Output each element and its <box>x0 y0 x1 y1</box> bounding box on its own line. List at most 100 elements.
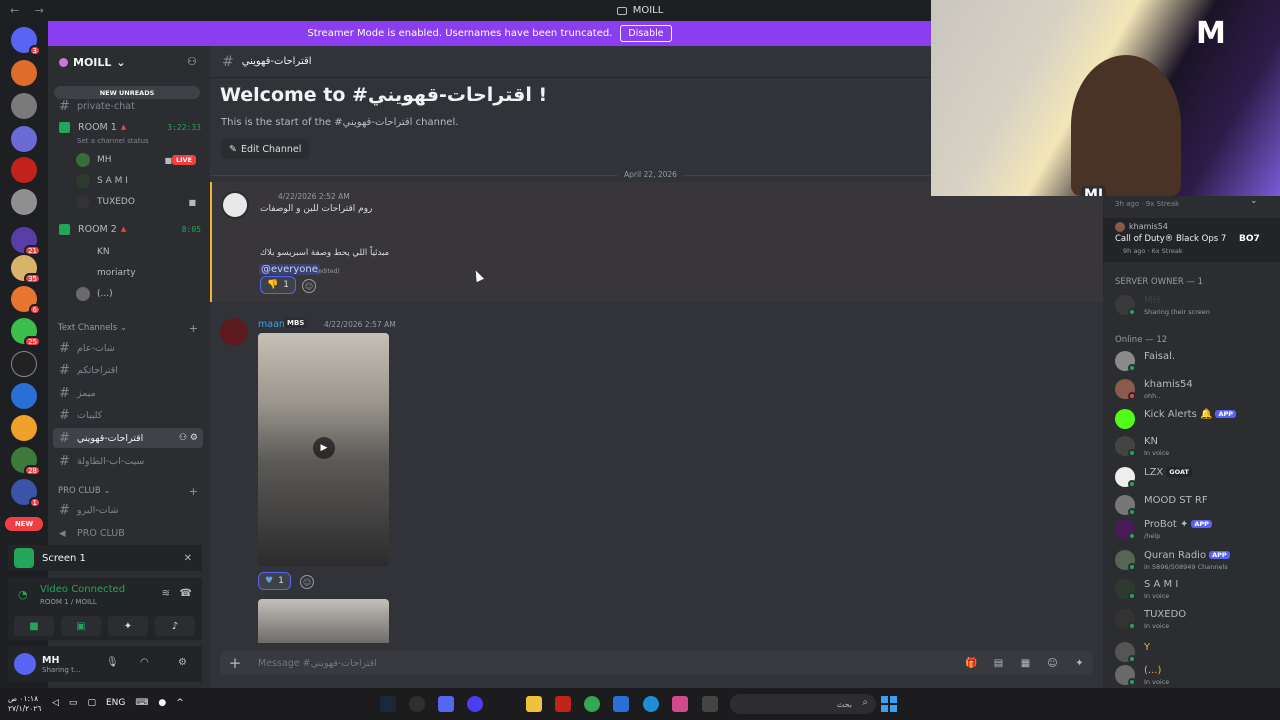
activities-button[interactable]: ✦ <box>108 616 148 636</box>
plus-icon[interactable]: + <box>220 654 250 672</box>
server-icon[interactable] <box>11 126 37 152</box>
app-icon[interactable] <box>672 696 688 712</box>
channel-private-chat[interactable]: # private-chat <box>53 96 203 116</box>
chevron-down-icon[interactable]: ⌄ <box>1250 196 1258 206</box>
member-item[interactable]: Faisal. <box>1115 348 1275 372</box>
category-pro-club[interactable]: PRO CLUB ⌄ + <box>58 485 202 498</box>
screen-share-button[interactable]: ▣ <box>61 616 101 636</box>
add-member-icon[interactable]: ⚇ <box>187 55 201 69</box>
avatar[interactable] <box>14 653 36 675</box>
text-channel[interactable]: # ميمز <box>53 383 203 403</box>
app-icon[interactable] <box>702 696 718 712</box>
server-icon[interactable]: 21 <box>11 227 41 256</box>
microphone-icon[interactable]: ● <box>158 698 166 708</box>
apps-icon[interactable]: ✦ <box>1066 658 1093 669</box>
edge-icon[interactable] <box>643 696 659 712</box>
voice-channel-room1[interactable]: ROOM 1 ▲ 3:22:33 <box>53 117 203 137</box>
play-icon[interactable]: ▶ <box>313 437 335 459</box>
avatar[interactable] <box>221 191 249 219</box>
image-attachment[interactable] <box>258 599 389 643</box>
emoji-icon[interactable]: ☺ <box>1039 658 1066 669</box>
app-icon[interactable] <box>555 696 571 712</box>
server-icon[interactable] <box>11 60 37 86</box>
everyone-mention[interactable]: @everyone <box>259 264 320 275</box>
gift-icon[interactable]: 🎁 <box>958 658 985 669</box>
search-box[interactable]: بحث ⌕ <box>730 694 876 714</box>
server-icon[interactable]: 25 <box>11 318 41 347</box>
member-item[interactable]: LZX GOAT <box>1115 464 1275 488</box>
voice-user[interactable]: S A M I <box>76 171 202 191</box>
add-channel-icon[interactable]: + <box>189 485 198 498</box>
camera-button[interactable]: ■ <box>14 616 54 636</box>
member-item[interactable]: khamis54 ohh.. <box>1115 376 1275 400</box>
soundboard-button[interactable]: ♪ <box>155 616 195 636</box>
voice-user[interactable]: TUXEDO ■ <box>76 192 202 212</box>
avatar[interactable] <box>220 318 248 346</box>
voice-user[interactable]: KN <box>76 242 202 262</box>
noise-suppression-icon[interactable]: ≋ <box>162 588 170 599</box>
member-item[interactable]: (...) In voice <box>1115 662 1275 686</box>
signal-icon[interactable]: ◔ <box>18 588 28 601</box>
gif-icon[interactable]: ▤ <box>985 658 1012 669</box>
voice-channel-room2[interactable]: ROOM 2 ▲ 8:05 <box>53 219 203 239</box>
close-icon[interactable]: ✕ <box>184 553 192 564</box>
clock[interactable]: ٠١:١٨ ص ٢٧/١/٢٠٢٦ <box>8 694 41 714</box>
member-item[interactable]: MOOD ST RF <box>1115 492 1275 516</box>
chrome-icon[interactable] <box>584 696 600 712</box>
message-input[interactable] <box>258 657 958 669</box>
voice-user[interactable]: moriarty <box>76 263 202 283</box>
language-indicator[interactable]: ENG <box>106 698 125 708</box>
message-author[interactable]: maan <box>258 319 285 330</box>
disconnect-icon[interactable]: ☎ <box>180 588 192 599</box>
volume-icon[interactable]: ◁ <box>52 698 59 708</box>
server-icon[interactable]: 6 <box>11 286 41 315</box>
display-icon[interactable]: ▢ <box>87 698 96 708</box>
reaction[interactable]: ♥ 1 <box>258 572 291 590</box>
disable-button[interactable]: Disable <box>620 25 672 42</box>
app-icon[interactable] <box>496 696 512 712</box>
server-icon[interactable] <box>11 189 37 215</box>
voice-user[interactable]: (...) <box>76 284 202 304</box>
add-reaction-icon[interactable]: ☺ <box>302 279 316 293</box>
member-item[interactable]: MH Sharing their screen <box>1115 292 1275 316</box>
nav-arrows[interactable]: ← → <box>10 4 50 17</box>
server-icon[interactable] <box>11 93 37 119</box>
keyboard-icon[interactable]: ⌨ <box>135 698 148 708</box>
voice-user[interactable]: MH ■ LIVE <box>76 150 202 170</box>
discord-icon[interactable] <box>438 696 454 712</box>
steam-icon[interactable] <box>380 696 396 712</box>
gear-icon[interactable]: ⚙ <box>178 657 187 668</box>
screen-share-box[interactable]: Screen 1 ✕ <box>8 545 202 571</box>
text-channel[interactable]: # كليبات <box>53 405 203 425</box>
text-channel-active[interactable]: # اقتراحات-قهويني ⚇ ⚙ <box>53 428 203 448</box>
message[interactable]: 4/22/2026 2:52 AM روم اقتراحات للبن و ال… <box>210 182 1103 302</box>
sticker-icon[interactable]: ▦ <box>1012 658 1039 669</box>
user-info[interactable]: MH Sharing t... <box>42 655 81 674</box>
category-text-channels[interactable]: Text Channels ⌄ + <box>58 322 202 335</box>
chevron-up-icon[interactable]: ^ <box>176 698 184 708</box>
text-channel[interactable]: # شات-عام <box>53 338 203 358</box>
microphone-icon[interactable]: 🎙 <box>106 657 119 668</box>
member-item[interactable]: Quran Radio APP in 5896/508949 Channels <box>1115 547 1275 571</box>
windows-start-icon[interactable] <box>881 696 897 712</box>
voice-channel[interactable]: ◂ PRO CLUB <box>53 523 203 543</box>
server-icon[interactable]: 28 <box>11 447 41 476</box>
text-channel[interactable]: # شات-البرو <box>53 500 203 520</box>
activity-card[interactable]: khamis54 Call of Duty® Black Ops 7 9h ag… <box>1103 218 1280 262</box>
add-reaction-icon[interactable]: ☺ <box>300 575 314 589</box>
settings-icon[interactable]: ⚇ ⚙ <box>179 433 198 443</box>
folder-icon[interactable] <box>526 696 542 712</box>
video-attachment[interactable]: ▶ <box>258 333 389 566</box>
server-icon[interactable] <box>11 383 37 409</box>
server-icon[interactable] <box>11 351 37 377</box>
headphones-icon[interactable]: ◠ <box>140 657 149 668</box>
server-icon[interactable]: 1 <box>11 479 41 508</box>
network-icon[interactable]: ▭ <box>69 698 78 708</box>
edit-channel-button[interactable]: ✎ Edit Channel <box>221 139 310 159</box>
reaction[interactable]: 👎 1 <box>260 276 296 294</box>
server-header[interactable]: MOILL ⌄ ⚇ <box>48 46 210 78</box>
member-item[interactable]: ProBot ✦ APP/help <box>1115 516 1275 540</box>
voice-location[interactable]: ROOM 1 / MOILL <box>40 598 97 606</box>
member-item[interactable]: TUXEDO In voice <box>1115 606 1275 630</box>
member-item[interactable]: S A M I In voice <box>1115 576 1275 600</box>
